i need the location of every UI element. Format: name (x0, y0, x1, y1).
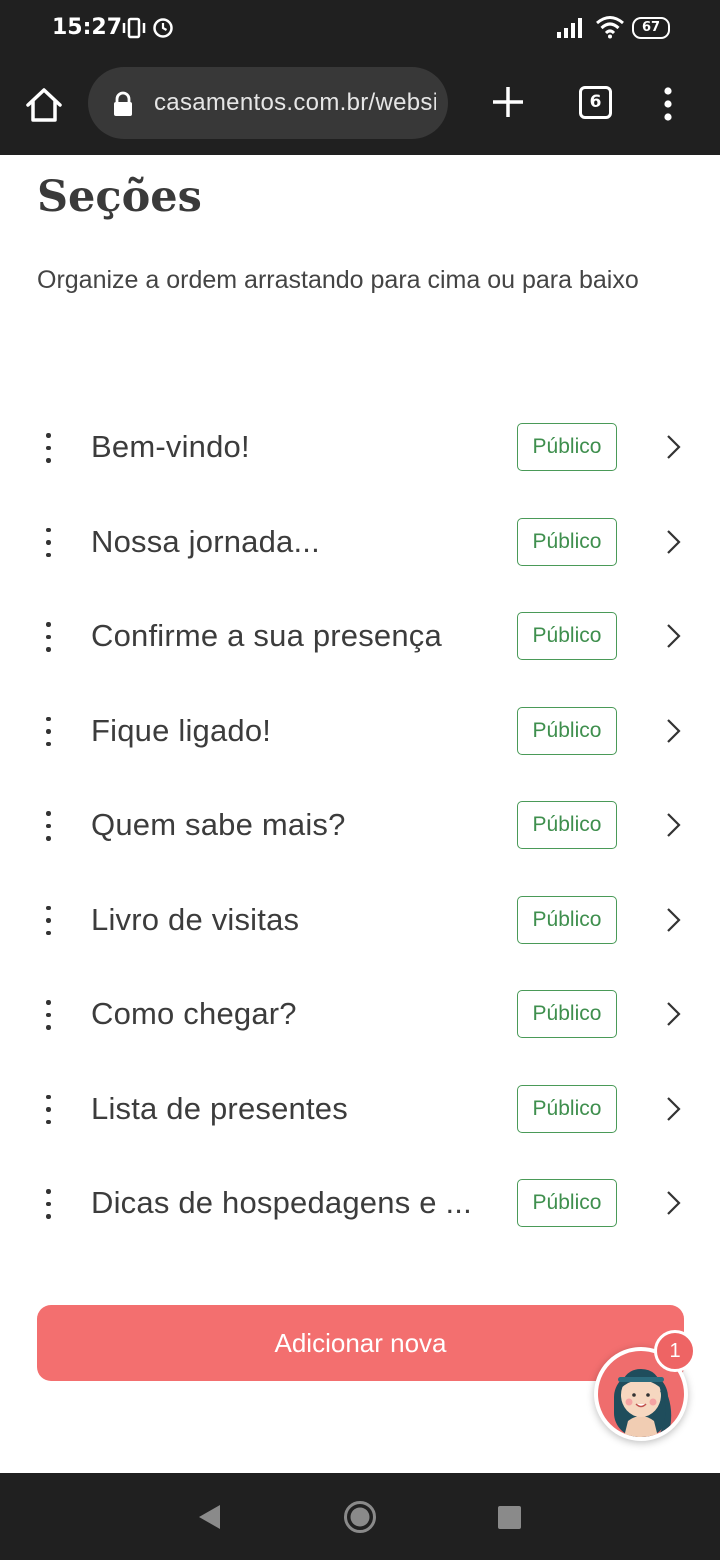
more-vert-icon[interactable] (656, 84, 680, 124)
tab-switcher-button[interactable]: 6 (579, 86, 612, 119)
section-row[interactable]: Fique ligado! Público (0, 683, 720, 778)
drag-handle-icon[interactable] (42, 1189, 54, 1219)
alarm-icon (153, 18, 173, 38)
section-label: Confirme a sua presença (91, 618, 442, 653)
chevron-right-icon[interactable] (664, 1000, 684, 1028)
home-icon[interactable] (22, 83, 66, 127)
notification-badge: 1 (654, 1330, 696, 1372)
status-badge: Público (517, 1084, 617, 1133)
drag-handle-icon[interactable] (42, 622, 54, 652)
status-time: 15:27 (52, 15, 123, 40)
chevron-right-icon[interactable] (664, 906, 684, 934)
drag-handle-icon[interactable] (42, 716, 54, 747)
status-badge: Público (517, 1179, 617, 1227)
status-badge: Público (517, 517, 617, 566)
vibrate-icon (122, 17, 146, 39)
drag-handle-icon[interactable] (42, 433, 54, 463)
section-row[interactable]: Bem-vindo! Público (0, 399, 720, 494)
drag-handle-icon[interactable] (42, 905, 54, 936)
chevron-right-icon[interactable] (664, 1189, 684, 1217)
section-label: Quem sabe mais? (91, 807, 346, 842)
section-label: Livro de visitas (91, 901, 300, 937)
back-icon[interactable] (196, 1503, 222, 1531)
status-badge: Público (517, 895, 617, 944)
home-circle-icon[interactable] (343, 1500, 377, 1534)
status-badge: Público (517, 423, 617, 471)
drag-handle-icon[interactable] (42, 1000, 54, 1030)
url-text[interactable]: casamentos.com.br/website (154, 89, 436, 117)
drag-handle-icon[interactable] (42, 811, 54, 841)
status-badge: Público (517, 990, 617, 1038)
section-row[interactable]: Dicas de hospedagens e ... Público (0, 1155, 720, 1250)
chevron-right-icon[interactable] (664, 717, 684, 745)
battery-level: 67 (641, 20, 661, 35)
status-bar: 15:27 67 (0, 0, 720, 58)
page-subtitle: Organize a ordem arrastando para cima ou… (37, 266, 639, 294)
section-label: Nossa jornada... (91, 523, 320, 559)
section-label: Fique ligado! (91, 712, 272, 748)
chevron-right-icon[interactable] (664, 528, 684, 556)
chevron-right-icon[interactable] (664, 433, 684, 461)
chevron-right-icon[interactable] (664, 811, 684, 839)
signal-icon (557, 18, 582, 38)
lock-icon (114, 91, 132, 116)
section-row[interactable]: Como chegar? Público (0, 966, 720, 1061)
section-row[interactable]: Confirme a sua presença Público (0, 588, 720, 683)
section-label: Bem-vindo! (91, 429, 250, 464)
browser-toolbar: casamentos.com.br/website 6 (0, 58, 720, 155)
drag-handle-icon[interactable] (42, 1094, 54, 1125)
chevron-right-icon[interactable] (664, 622, 684, 650)
section-label: Como chegar? (91, 996, 297, 1031)
wifi-icon (596, 16, 624, 39)
status-badge: Público (517, 801, 617, 849)
system-nav-bar (0, 1473, 720, 1560)
plus-icon[interactable] (488, 82, 528, 122)
section-label: Dicas de hospedagens e ... (91, 1185, 472, 1220)
section-label: Lista de presentes (91, 1090, 348, 1126)
status-badge: Público (517, 612, 617, 660)
battery-icon: 67 (632, 17, 670, 39)
section-row[interactable]: Quem sabe mais? Público (0, 777, 720, 872)
page-title: Seções (37, 172, 202, 222)
section-row[interactable]: Nossa jornada... Público (0, 494, 720, 589)
section-row[interactable]: Lista de presentes Público (0, 1061, 720, 1156)
drag-handle-icon[interactable] (42, 527, 54, 558)
recents-icon[interactable] (498, 1506, 521, 1529)
url-bar[interactable]: casamentos.com.br/website (88, 67, 448, 139)
section-row[interactable]: Livro de visitas Público (0, 872, 720, 967)
status-badge: Público (517, 706, 617, 755)
add-section-button[interactable]: Adicionar nova (37, 1305, 684, 1381)
chevron-right-icon[interactable] (664, 1095, 684, 1123)
